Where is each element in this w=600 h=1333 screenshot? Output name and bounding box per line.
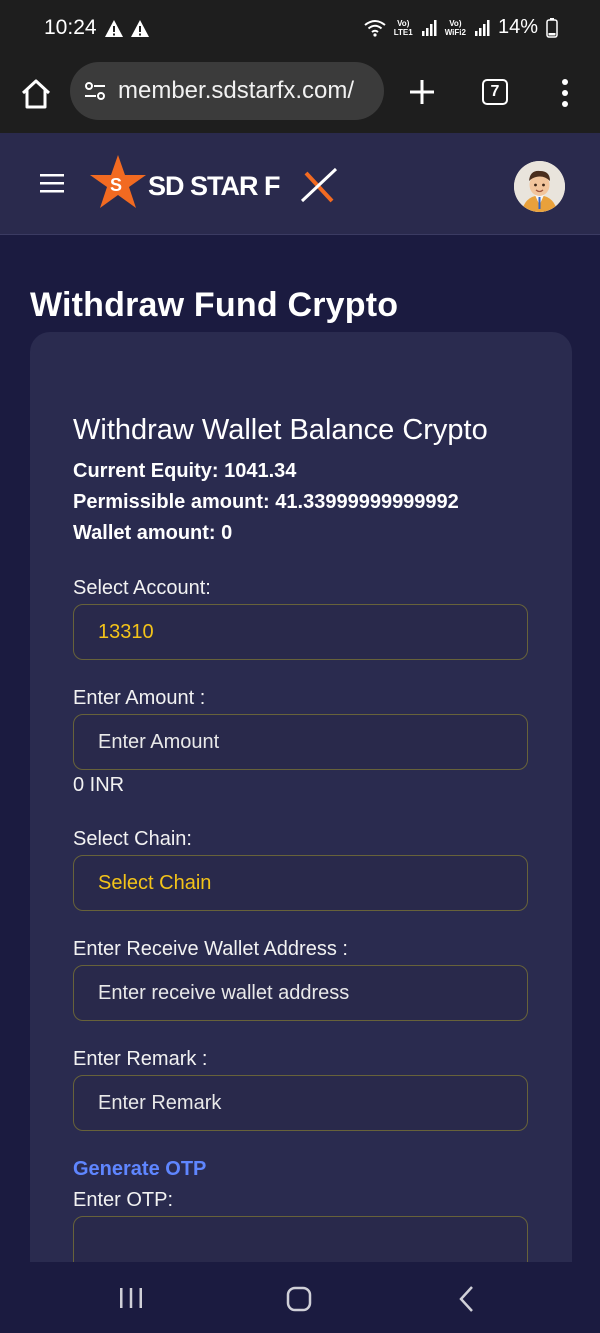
status-time: 10:24 [44,16,97,39]
battery-icon [546,17,558,38]
home-nav-icon[interactable] [286,1286,312,1312]
chain-label: Select Chain: [73,828,192,850]
status-indicators: Vo) LTE1 Vo) WiFi2 14% [364,16,558,39]
permissible-amount: Permissible amount: 41.33999999999992 [73,491,459,513]
otp-label: Enter OTP: [73,1189,174,1211]
signal-icon [474,19,490,36]
card-title: Withdraw Wallet Balance Crypto [73,414,488,446]
wallet-address-label: Enter Receive Wallet Address : [73,938,348,960]
user-avatar[interactable] [514,161,565,212]
browser-toolbar: member.sdstarfx.com/ 7 [0,60,600,133]
wallet-amount: Wallet amount: 0 [73,522,233,544]
wifi-icon [364,19,386,37]
home-icon[interactable] [18,76,54,112]
generate-otp-link[interactable]: Generate OTP [73,1158,206,1181]
system-nav-bar [0,1262,600,1333]
remark-label: Enter Remark : [73,1048,208,1070]
network-tag-2: Vo) WiFi2 [444,18,466,37]
warning-icon [131,20,149,37]
withdraw-card: Withdraw Wallet Balance Crypto Current E… [30,332,572,1333]
recent-apps-icon[interactable] [118,1286,144,1310]
status-bar: 10:24 Vo) LTE1 Vo) WiFi2 14% [0,0,600,60]
network-tag-1: Vo) LTE1 [393,18,413,37]
site-settings-icon[interactable] [82,78,108,104]
sdstarfx-logo[interactable]: S SD STAR F [88,153,342,215]
chain-select[interactable]: Select Chain [73,855,528,911]
new-tab-icon[interactable] [404,74,440,110]
current-equity: Current Equity: 1041.34 [73,460,297,482]
svg-text:S: S [110,175,122,195]
url-text: member.sdstarfx.com/ [118,77,355,104]
hamburger-menu-icon[interactable] [40,173,64,193]
back-icon[interactable] [456,1284,478,1314]
site-header: S SD STAR F [0,133,600,235]
remark-input[interactable]: Enter Remark [73,1075,528,1131]
address-bar[interactable]: member.sdstarfx.com/ [70,62,384,120]
battery-percent: 14% [497,16,538,38]
account-label: Select Account: [73,577,211,599]
amount-conversion: 0 INR [73,774,125,796]
page-title: Withdraw Fund Crypto [30,286,399,324]
wallet-address-input[interactable]: Enter receive wallet address [73,965,528,1021]
avatar-illustration [514,161,565,212]
more-options-icon[interactable] [556,77,574,109]
amount-label: Enter Amount : [73,687,206,709]
amount-input[interactable]: Enter Amount [73,714,528,770]
warning-icon [105,20,123,37]
account-select[interactable]: 13310 [73,604,528,660]
svg-text:SD STAR F: SD STAR F [148,171,280,201]
signal-icon [421,19,437,36]
tab-switcher-button[interactable]: 7 [482,79,508,105]
